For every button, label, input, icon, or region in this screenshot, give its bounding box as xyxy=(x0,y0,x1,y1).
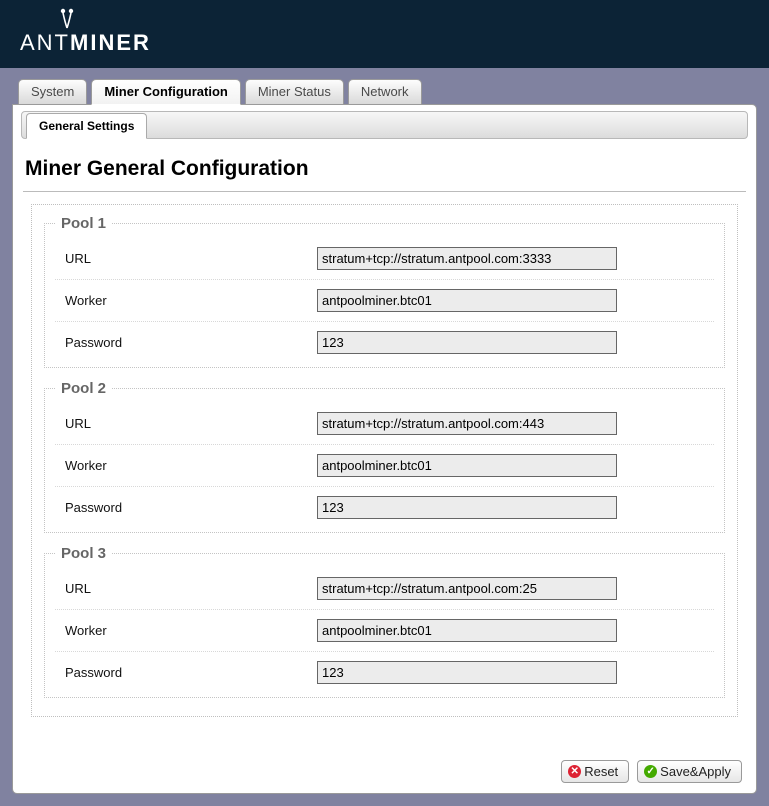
tab-system[interactable]: System xyxy=(18,79,87,105)
button-bar: ✕ Reset ✓ Save&Apply xyxy=(561,760,742,783)
pool-2-password-input[interactable] xyxy=(317,496,617,519)
pool-3-worker-input[interactable] xyxy=(317,619,617,642)
tab-miner-configuration[interactable]: Miner Configuration xyxy=(91,79,241,105)
pool-3-url-label: URL xyxy=(57,581,317,596)
pool-3-password-input[interactable] xyxy=(317,661,617,684)
pool-3-fieldset: Pool 3 URL Worker Password xyxy=(44,545,725,698)
pool-3-url-row: URL xyxy=(55,568,714,610)
apply-icon: ✓ xyxy=(644,765,657,778)
pool-1-url-input[interactable] xyxy=(317,247,617,270)
pool-3-password-label: Password xyxy=(57,665,317,680)
pool-2-url-label: URL xyxy=(57,416,317,431)
pool-2-worker-label: Worker xyxy=(57,458,317,473)
config-panel: General Settings Miner General Configura… xyxy=(12,104,757,794)
divider xyxy=(23,191,746,192)
brand-text: ANTMINER xyxy=(20,32,151,54)
pool-3-legend: Pool 3 xyxy=(55,545,112,562)
pool-1-fieldset: Pool 1 URL Worker Password xyxy=(44,215,725,368)
pool-1-url-row: URL xyxy=(55,238,714,280)
pool-1-legend: Pool 1 xyxy=(55,215,112,232)
pool-1-password-label: Password xyxy=(57,335,317,350)
pool-3-password-row: Password xyxy=(55,652,714,693)
app-header: ANTMINER xyxy=(0,0,769,68)
pool-3-worker-row: Worker xyxy=(55,610,714,652)
pool-1-worker-input[interactable] xyxy=(317,289,617,312)
sub-tab-general-settings[interactable]: General Settings xyxy=(26,113,147,139)
pool-1-worker-row: Worker xyxy=(55,280,714,322)
pool-1-password-input[interactable] xyxy=(317,331,617,354)
pool-1-worker-label: Worker xyxy=(57,293,317,308)
pool-2-password-row: Password xyxy=(55,487,714,528)
main-area: System Miner Configuration Miner Status … xyxy=(0,68,769,806)
pool-2-legend: Pool 2 xyxy=(55,380,112,397)
brand-logo: ANTMINER xyxy=(20,8,749,54)
reset-button[interactable]: ✕ Reset xyxy=(561,760,629,783)
pool-3-url-input[interactable] xyxy=(317,577,617,600)
pool-2-url-input[interactable] xyxy=(317,412,617,435)
main-tab-bar: System Miner Configuration Miner Status … xyxy=(12,78,757,104)
sub-tab-bar: General Settings xyxy=(21,111,748,139)
page-title: Miner General Configuration xyxy=(21,149,748,191)
pool-2-fieldset: Pool 2 URL Worker Password xyxy=(44,380,725,533)
reset-icon: ✕ xyxy=(568,765,581,778)
pool-2-password-label: Password xyxy=(57,500,317,515)
pool-1-url-label: URL xyxy=(57,251,317,266)
reset-button-label: Reset xyxy=(584,764,618,779)
pool-3-worker-label: Worker xyxy=(57,623,317,638)
pool-2-url-row: URL xyxy=(55,403,714,445)
pool-2-worker-input[interactable] xyxy=(317,454,617,477)
pools-container: Pool 1 URL Worker Password Pool 2 URL xyxy=(31,204,738,717)
save-apply-button[interactable]: ✓ Save&Apply xyxy=(637,760,742,783)
save-apply-button-label: Save&Apply xyxy=(660,764,731,779)
pool-1-password-row: Password xyxy=(55,322,714,363)
tab-network[interactable]: Network xyxy=(348,79,422,105)
pool-2-worker-row: Worker xyxy=(55,445,714,487)
tab-miner-status[interactable]: Miner Status xyxy=(245,79,344,105)
